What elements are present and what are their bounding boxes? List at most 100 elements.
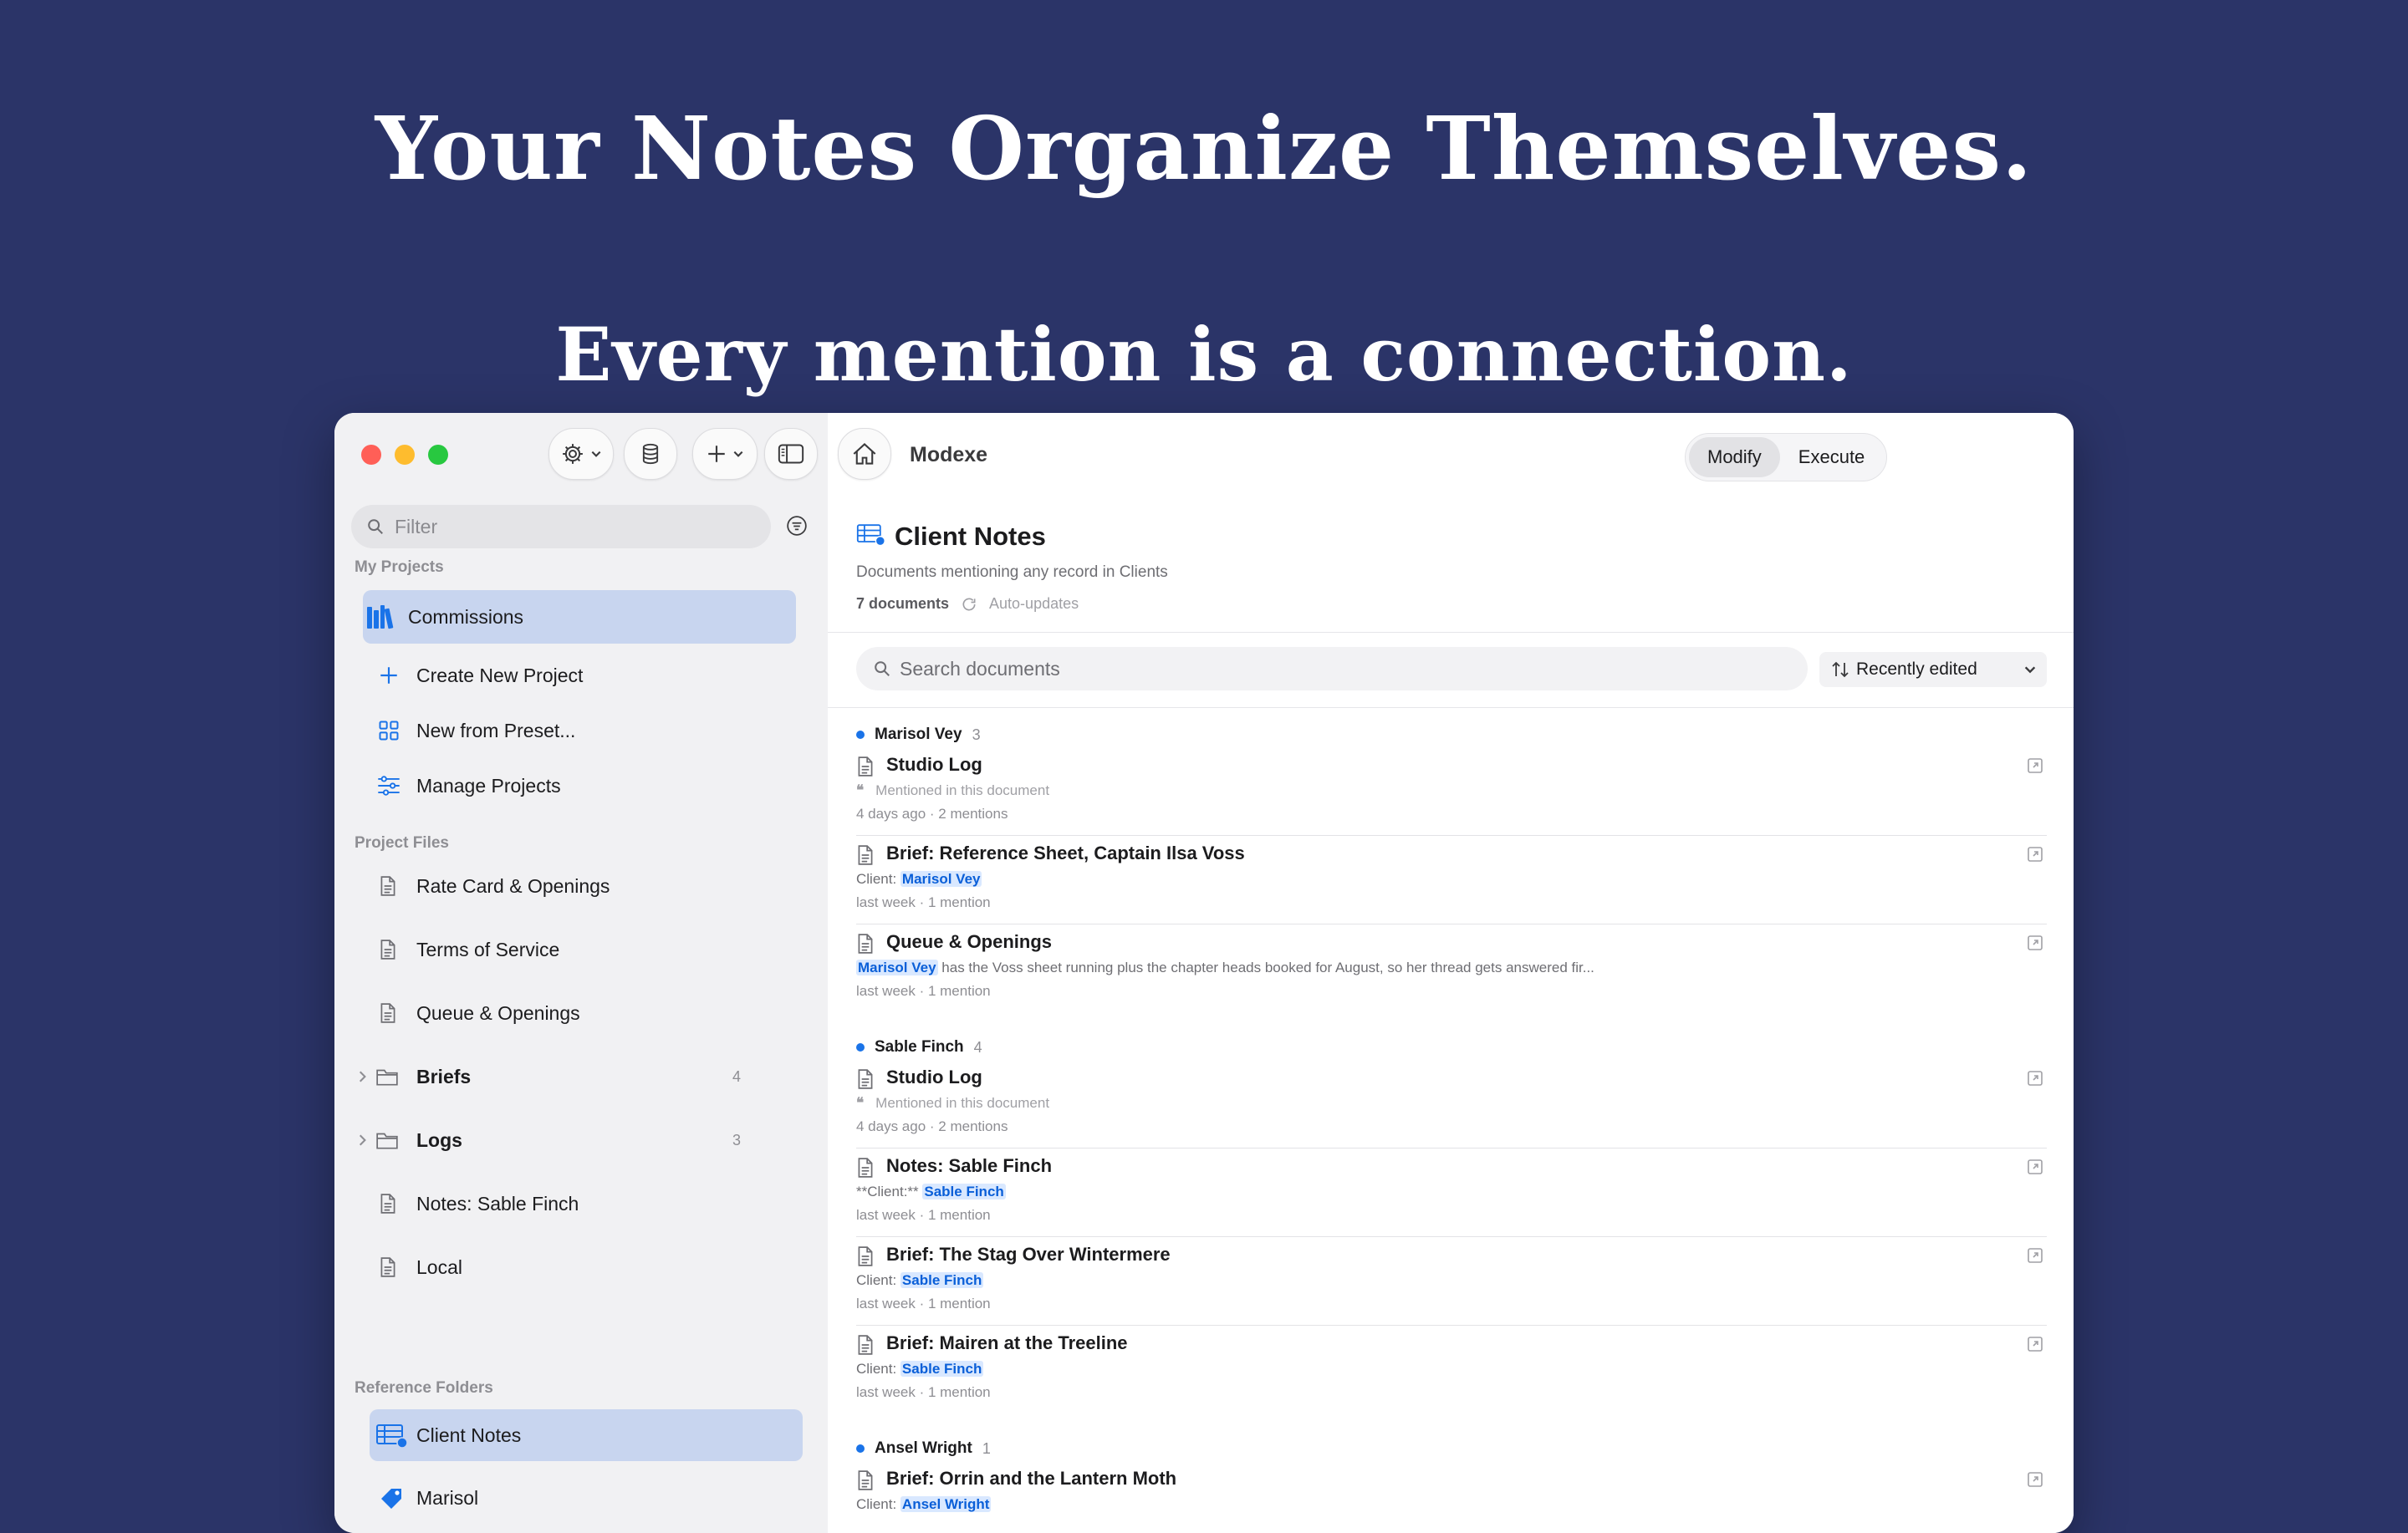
chevron-right-icon[interactable] [356, 1133, 368, 1147]
folder-icon [375, 1130, 400, 1150]
document-snippet: Client: Marisol Vey [856, 871, 982, 888]
mention-highlight[interactable]: Marisol Vey [900, 871, 982, 887]
file-rate-card[interactable]: Rate Card & Openings [368, 859, 799, 913]
filter-options-icon[interactable] [786, 515, 808, 537]
document-title: Brief: Reference Sheet, Captain Ilsa Vos… [886, 843, 1245, 863]
mention-highlight[interactable]: Sable Finch [900, 1272, 984, 1288]
app-window: My Projects Commissions Create New Proje… [334, 413, 2074, 1533]
mention-highlight[interactable]: Marisol Vey [856, 960, 938, 975]
chevron-down-icon [2024, 666, 2036, 674]
manage-projects-button[interactable]: Manage Projects [365, 759, 796, 812]
quote-icon: ❝ [856, 1095, 865, 1111]
close-window-button[interactable] [361, 445, 381, 465]
document-meta: last week · 1 mention [856, 1296, 991, 1311]
plus-icon [371, 665, 406, 686]
home-button[interactable] [838, 428, 891, 480]
reference-client-notes[interactable]: Client Notes [370, 1409, 803, 1461]
create-new-project-button[interactable]: Create New Project [365, 649, 796, 702]
folder-logs[interactable]: Logs 3 [346, 1113, 796, 1167]
file-label: Local [416, 1255, 462, 1278]
settings-menu-button[interactable] [548, 428, 614, 480]
snippet-text: Mentioned in this document [875, 782, 1050, 798]
document-row[interactable]: Brief: Mairen at the Treeline Client: Sa… [856, 1326, 2047, 1414]
group-dot [856, 731, 865, 739]
document-icon [858, 934, 873, 954]
folder-label: Briefs [416, 1065, 472, 1087]
sort-dropdown[interactable]: Recently edited [1819, 652, 2047, 687]
file-terms-of-service[interactable]: Terms of Service [368, 923, 799, 976]
zoom-window-button[interactable] [428, 445, 448, 465]
add-menu-button[interactable] [692, 428, 758, 480]
minimize-window-button[interactable] [395, 445, 415, 465]
document-row[interactable]: Brief: Reference Sheet, Captain Ilsa Vos… [856, 836, 2047, 924]
modify-mode-button[interactable]: Modify [1689, 437, 1780, 477]
open-external-icon[interactable] [2027, 1159, 2043, 1175]
new-from-preset-button[interactable]: New from Preset... [365, 704, 796, 757]
document-meta: last week · 1 mention [856, 1207, 991, 1223]
document-snippet: Client: Ansel Wright [856, 1496, 992, 1513]
document-title: Brief: Mairen at the Treeline [886, 1332, 1128, 1353]
open-external-icon[interactable] [2027, 935, 2043, 951]
group-count: 1 [982, 1439, 991, 1457]
open-external-icon[interactable] [2027, 1070, 2043, 1087]
document-icon [858, 1246, 873, 1266]
project-files-label: Project Files [355, 834, 449, 852]
document-row[interactable]: Brief: The Stag Over Wintermere Client: … [856, 1237, 2047, 1326]
tag-icon [375, 1485, 410, 1510]
quote-icon: ❝ [856, 782, 865, 798]
open-external-icon[interactable] [2027, 757, 2043, 774]
file-local[interactable]: Local [368, 1240, 799, 1294]
document-icon [376, 939, 400, 960]
group-name: Sable Finch [875, 1038, 964, 1056]
toggle-sidebar-button[interactable] [764, 428, 818, 480]
new-from-preset-label: New from Preset... [416, 719, 576, 741]
open-external-icon[interactable] [2027, 1336, 2043, 1352]
open-external-icon[interactable] [2027, 846, 2043, 863]
document-row[interactable]: Brief: Orrin and the Lantern Moth Client… [856, 1461, 2047, 1533]
document-meta: 4 days ago · 2 mentions [856, 806, 1008, 822]
database-button[interactable] [624, 428, 677, 480]
filter-input[interactable] [393, 514, 747, 539]
file-notes-sable-finch[interactable]: Notes: Sable Finch [368, 1177, 799, 1230]
document-snippet: Marisol Vey has the Voss sheet running p… [856, 960, 1594, 976]
document-row[interactable]: Notes: Sable Finch **Client:** Sable Fin… [856, 1148, 2047, 1237]
mention-highlight[interactable]: Sable Finch [900, 1361, 984, 1377]
sort-label: Recently edited [1856, 660, 1977, 679]
document-icon [858, 1335, 873, 1355]
reference-folders-label: Reference Folders [355, 1379, 493, 1397]
file-label: Notes: Sable Finch [416, 1192, 579, 1215]
document-title: Queue & Openings [886, 931, 1053, 952]
snippet-text: Client: [856, 871, 900, 887]
search-documents-field[interactable] [856, 647, 1808, 690]
document-title: Brief: The Stag Over Wintermere [886, 1244, 1171, 1265]
table-icon [375, 1422, 410, 1449]
search-documents-input[interactable] [898, 656, 1737, 681]
project-commissions[interactable]: Commissions [363, 590, 796, 644]
document-row[interactable]: Queue & Openings Marisol Vey has the Vos… [856, 924, 2047, 1013]
group-count: 4 [973, 1038, 982, 1056]
document-snippet: Client: Sable Finch [856, 1272, 984, 1289]
mention-highlight[interactable]: Sable Finch [922, 1184, 1006, 1199]
document-row[interactable]: Studio Log ❝ Mentioned in this document 4… [856, 1060, 2047, 1148]
open-external-icon[interactable] [2027, 1247, 2043, 1264]
document-row[interactable]: Studio Log ❝ Mentioned in this document 4… [856, 747, 2047, 836]
reference-marisol[interactable]: Marisol [370, 1471, 803, 1525]
subheadline: Every mention is a connection. [555, 311, 1853, 398]
document-icon [858, 756, 873, 777]
open-external-icon[interactable] [2027, 1471, 2043, 1488]
folder-briefs[interactable]: Briefs 4 [346, 1050, 796, 1103]
chevron-right-icon[interactable] [356, 1070, 368, 1083]
sidebar: My Projects Commissions Create New Proje… [334, 413, 829, 1533]
document-icon [858, 845, 873, 865]
document-icon [858, 1069, 873, 1089]
document-meta: 4 days ago · 2 mentions [856, 1118, 1008, 1134]
file-queue-openings[interactable]: Queue & Openings [368, 986, 799, 1040]
mode-toggle: Modify Execute [1685, 433, 1888, 481]
document-title: Brief: Orrin and the Lantern Moth [886, 1468, 1177, 1489]
execute-mode-button[interactable]: Execute [1780, 437, 1884, 477]
chevron-down-icon [591, 451, 601, 457]
group-count: 3 [972, 726, 981, 743]
database-icon [642, 443, 659, 465]
group-dot [856, 1043, 865, 1052]
filter-field[interactable] [351, 505, 771, 548]
